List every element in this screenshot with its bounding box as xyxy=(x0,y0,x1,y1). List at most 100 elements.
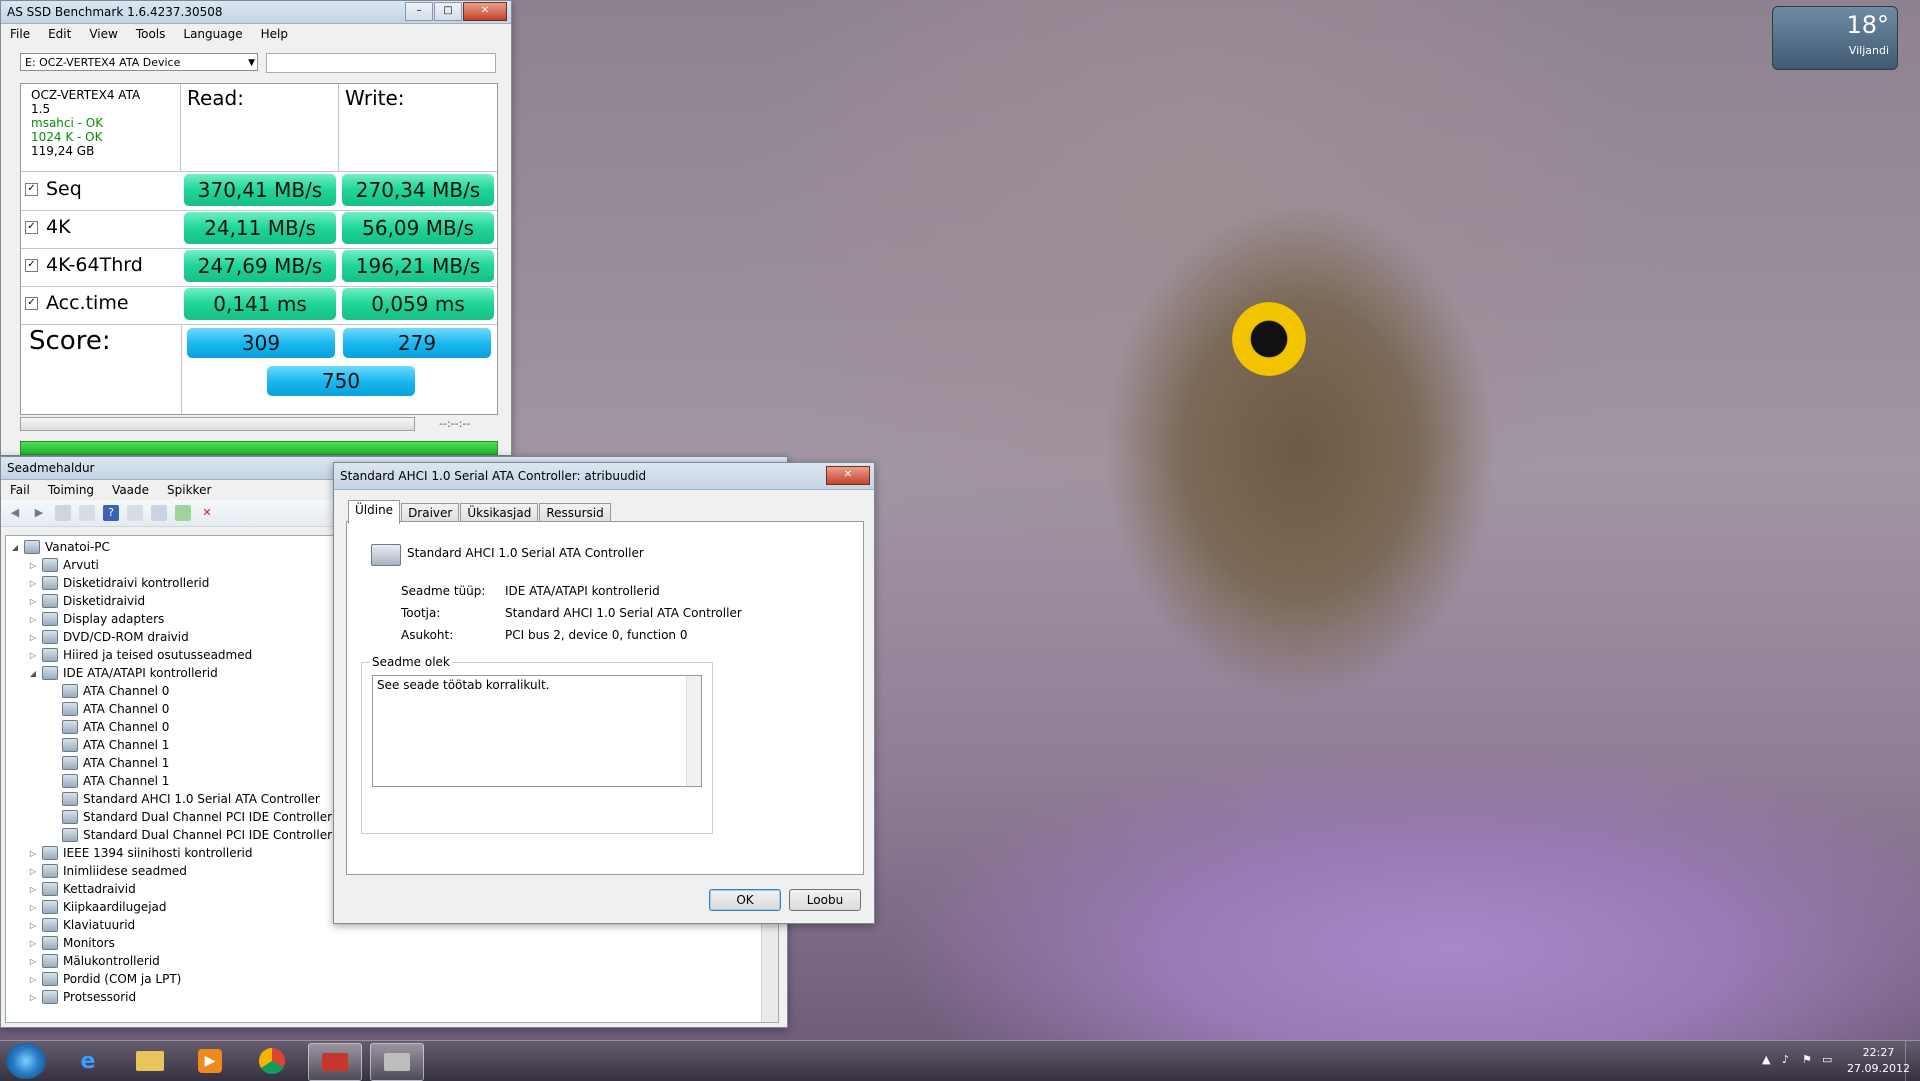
menu-language[interactable]: Language xyxy=(174,27,251,41)
tree-item[interactable]: ATA Channel 1 xyxy=(48,772,169,790)
tree-item[interactable]: ▷ Protsessorid xyxy=(28,988,136,1006)
device-status-textbox[interactable]: See seade töötab korralikult. xyxy=(372,675,702,787)
4k-checkbox[interactable]: ✓ xyxy=(25,220,38,234)
update-driver-icon[interactable] xyxy=(175,505,191,521)
device-category-icon xyxy=(42,576,58,590)
show-desktop-button[interactable] xyxy=(1905,1041,1920,1081)
expand-icon[interactable]: ▷ xyxy=(28,975,38,984)
menu-spikker[interactable]: Spikker xyxy=(158,483,220,497)
action-center-flag-icon[interactable]: ⚑ xyxy=(1802,1053,1816,1067)
view-icon[interactable] xyxy=(127,505,143,521)
tree-item[interactable]: Standard Dual Channel PCI IDE Controller xyxy=(48,826,332,844)
minimize-button[interactable]: – xyxy=(405,2,433,21)
expand-icon[interactable]: ▷ xyxy=(28,993,38,1002)
device-name: Standard AHCI 1.0 Serial ATA Controller xyxy=(407,546,644,560)
expand-icon[interactable]: ▷ xyxy=(28,921,38,930)
menu-view[interactable]: View xyxy=(80,27,126,41)
tree-item[interactable]: ▷ DVD/CD-ROM draivid xyxy=(28,628,189,646)
expand-icon[interactable]: ▷ xyxy=(28,849,38,858)
expand-icon[interactable]: ▷ xyxy=(28,885,38,894)
expand-icon[interactable]: ▷ xyxy=(28,957,38,966)
tree-item[interactable]: ▷ Kiipkaardilugejad xyxy=(28,898,167,916)
device-category-icon xyxy=(62,810,78,824)
expand-icon[interactable]: ◢ xyxy=(28,669,38,678)
tree-item[interactable]: ▷ Disketidraivi kontrollerid xyxy=(28,574,209,592)
tree-item[interactable]: ATA Channel 1 xyxy=(48,754,169,772)
media-player-icon[interactable]: ▶ xyxy=(184,1043,236,1079)
uninstall-icon[interactable]: ✕ xyxy=(199,505,215,521)
expand-icon[interactable]: ▷ xyxy=(28,939,38,948)
device-select[interactable]: E: OCZ-VERTEX4 ATA Device ▼ xyxy=(20,53,258,71)
network-icon[interactable]: ▭ xyxy=(1822,1053,1836,1067)
expand-icon[interactable]: ▷ xyxy=(28,651,38,660)
chrome-icon[interactable] xyxy=(246,1043,298,1079)
toolbox-icon[interactable] xyxy=(308,1043,362,1081)
menu-file[interactable]: File xyxy=(1,27,39,41)
tree-item[interactable]: ▷ Monitors xyxy=(28,934,115,952)
as-ssd-titlebar[interactable]: AS SSD Benchmark 1.6.4237.30508 – □ ✕ xyxy=(1,1,511,24)
tree-item[interactable]: ATA Channel 0 xyxy=(48,682,169,700)
score-label: Score: xyxy=(29,326,111,356)
tree-item[interactable]: ▷ Display adapters xyxy=(28,610,164,628)
collapse-icon[interactable]: ◢ xyxy=(10,543,20,552)
menu-edit[interactable]: Edit xyxy=(39,27,80,41)
window-title: Seadmehaldur xyxy=(7,461,95,475)
expand-icon[interactable]: ▷ xyxy=(28,903,38,912)
acc-time-checkbox[interactable]: ✓ xyxy=(25,296,38,310)
menu-toiming[interactable]: Toiming xyxy=(39,483,103,497)
ok-button[interactable]: OK xyxy=(709,889,781,911)
4k-64thrd-checkbox[interactable]: ✓ xyxy=(25,258,38,272)
tree-item[interactable]: ▷ IEEE 1394 siinihosti kontrollerid xyxy=(28,844,253,862)
tree-item[interactable]: ▷ Hiired ja teised osutusseadmed xyxy=(28,646,252,664)
status-scrollbar[interactable] xyxy=(686,676,701,786)
menu-vaade[interactable]: Vaade xyxy=(103,483,158,497)
weather-gadget[interactable]: 18° Viljandi xyxy=(1772,6,1898,70)
menu-fail[interactable]: Fail xyxy=(1,483,39,497)
tree-item[interactable]: ▷ Klaviatuurid xyxy=(28,916,135,934)
maximize-button[interactable]: □ xyxy=(434,2,462,21)
forward-icon[interactable]: ▶ xyxy=(31,505,47,521)
tree-item[interactable]: ATA Channel 0 xyxy=(48,700,169,718)
tree-item[interactable]: ▷ Kettadraivid xyxy=(28,880,136,898)
expand-icon[interactable]: ▷ xyxy=(28,633,38,642)
tree-item[interactable]: ▷ Mälukontrollerid xyxy=(28,952,160,970)
seq-checkbox[interactable]: ✓ xyxy=(25,182,38,196)
drive-app-icon[interactable] xyxy=(370,1043,424,1081)
tree-item[interactable]: Standard Dual Channel PCI IDE Controller xyxy=(48,808,332,826)
expand-icon[interactable]: ▷ xyxy=(28,867,38,876)
close-button[interactable]: ✕ xyxy=(826,466,870,485)
tree-item[interactable]: Standard AHCI 1.0 Serial ATA Controller xyxy=(48,790,320,808)
volume-icon[interactable]: ♪ xyxy=(1782,1053,1796,1067)
tree-item-label: Monitors xyxy=(63,936,115,950)
folder-icon[interactable] xyxy=(124,1043,176,1079)
show-hide-tree-icon[interactable] xyxy=(55,505,71,521)
tree-item[interactable]: ◢ IDE ATA/ATAPI kontrollerid xyxy=(28,664,218,682)
show-hidden-icons-icon[interactable]: ▲ xyxy=(1762,1053,1776,1067)
tree-item[interactable]: ATA Channel 1 xyxy=(48,736,169,754)
tree-item[interactable]: ▷ Inimliidese seadmed xyxy=(28,862,187,880)
clock[interactable]: 22:27 27.09.2012 xyxy=(1847,1045,1910,1077)
device-category-icon xyxy=(42,936,58,950)
expand-icon[interactable]: ▷ xyxy=(28,615,38,624)
device-category-icon xyxy=(42,864,58,878)
tree-item[interactable]: ▷ Arvuti xyxy=(28,556,99,574)
expand-icon[interactable]: ▷ xyxy=(28,597,38,606)
back-icon[interactable]: ◀ xyxy=(7,505,23,521)
properties-icon[interactable] xyxy=(79,505,95,521)
cancel-button[interactable]: Loobu xyxy=(789,889,861,911)
tab-uldine[interactable]: Üldine xyxy=(348,500,401,524)
properties-titlebar[interactable]: Standard AHCI 1.0 Serial ATA Controller:… xyxy=(334,463,874,490)
expand-icon[interactable]: ▷ xyxy=(28,561,38,570)
start-button[interactable] xyxy=(6,1043,46,1079)
tree-item[interactable]: ▷ Pordid (COM ja LPT) xyxy=(28,970,181,988)
expand-icon[interactable]: ▷ xyxy=(28,579,38,588)
tree-root[interactable]: ◢ Vanatoi-PC xyxy=(10,538,110,556)
tree-item[interactable]: ▷ Disketidraivid xyxy=(28,592,145,610)
tree-item[interactable]: ATA Channel 0 xyxy=(48,718,169,736)
help-icon[interactable]: ? xyxy=(103,505,119,521)
menu-help[interactable]: Help xyxy=(252,27,297,41)
close-button[interactable]: ✕ xyxy=(463,2,507,21)
internet-explorer-icon[interactable]: e xyxy=(62,1043,114,1079)
menu-tools[interactable]: Tools xyxy=(127,27,175,41)
scan-hardware-icon[interactable] xyxy=(151,505,167,521)
